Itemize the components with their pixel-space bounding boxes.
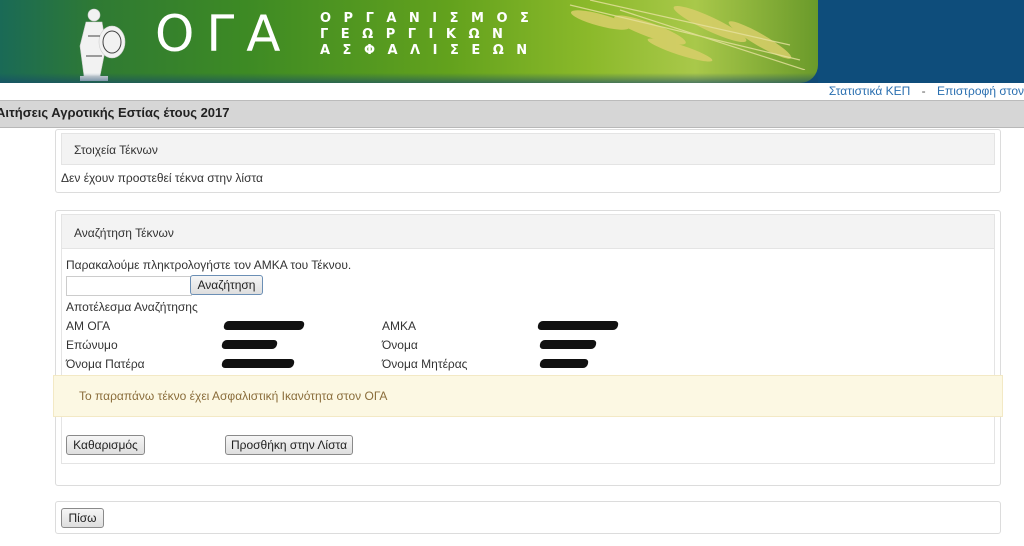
am-oga-value-redacted — [223, 321, 305, 330]
amka-value-redacted — [537, 321, 619, 330]
name-value-redacted — [539, 340, 597, 349]
org-name-line-3: ΑΣΦΑΛΙΣΕΩΝ — [320, 43, 540, 58]
surname-label: Επώνυμο — [66, 338, 118, 352]
stats-link[interactable]: Στατιστικά ΚΕΠ — [829, 84, 910, 98]
insurance-alert: Το παραπάνω τέκνο έχει Ασφαλιστική Ικανό… — [53, 375, 1003, 417]
mother-name-value-redacted — [539, 359, 589, 368]
search-button[interactable]: Αναζήτηση — [190, 275, 263, 295]
link-separator: - — [921, 84, 926, 98]
search-panel-heading: Αναζήτηση Τέκνων — [61, 214, 995, 249]
children-empty-message: Δεν έχουν προστεθεί τέκνα στην λίστα — [61, 171, 263, 185]
alert-message: Το παραπάνω τέκνο έχει Ασφαλιστική Ικανό… — [79, 389, 388, 403]
org-name-line-1: ΟΡΓΑΝΙΣΜΟΣ — [320, 11, 542, 26]
header-banner: ΟΓΑ ΟΡΓΑΝΙΣΜΟΣ ΓΕΩΡΓΙΚΩΝ ΑΣΦΑΛΙΣΕΩΝ — [0, 0, 1024, 83]
surname-value-redacted — [221, 340, 278, 349]
wheat-image — [569, 0, 806, 70]
back-button[interactable]: Πίσω — [61, 508, 104, 528]
father-name-value-redacted — [221, 359, 295, 368]
oga-logo-text: ΟΓΑ — [155, 5, 293, 63]
banner-background: ΟΓΑ ΟΡΓΑΝΙΣΜΟΣ ΓΕΩΡΓΙΚΩΝ ΑΣΦΑΛΙΣΕΩΝ — [0, 0, 818, 83]
children-panel-heading: Στοιχεία Τέκνων — [61, 133, 995, 165]
add-to-list-button[interactable]: Προσθήκη στην Λίστα — [225, 435, 353, 455]
clear-button[interactable]: Καθαρισμός — [66, 435, 145, 455]
children-heading-text: Στοιχεία Τέκνων — [74, 143, 158, 157]
search-heading-text: Αναζήτηση Τέκνων — [74, 226, 174, 240]
am-oga-label: ΑΜ ΟΓΑ — [66, 319, 111, 333]
search-instruction: Παρακαλούμε πληκτρολογήστε τον ΑΜΚΑ του … — [66, 258, 352, 272]
top-links: Στατιστικά ΚΕΠ - Επιστροφή στον — [829, 84, 1024, 99]
amka-label: ΑΜΚΑ — [382, 319, 417, 333]
search-panel: Αναζήτηση Τέκνων — [55, 210, 1001, 486]
return-link[interactable]: Επιστροφή στον — [937, 84, 1024, 98]
children-panel: Στοιχεία Τέκνων Δεν έχουν προστεθεί τέκν… — [55, 129, 1001, 193]
org-name-line-2: ΓΕΩΡΓΙΚΩΝ — [320, 27, 516, 42]
mother-name-label: Όνομα Μητέρας — [382, 357, 468, 371]
organization-name: ΟΡΓΑΝΙΣΜΟΣ ΓΕΩΡΓΙΚΩΝ ΑΣΦΑΛΙΣΕΩΝ — [320, 11, 541, 59]
back-panel — [55, 501, 1001, 534]
page-title: Αιτήσεις Αγροτικής Εστίας έτους 2017 — [0, 105, 230, 120]
statue-logo-icon — [79, 8, 126, 81]
father-name-label: Όνομα Πατέρα — [66, 357, 145, 371]
name-label: Όνομα — [382, 338, 418, 352]
results-title: Αποτέλεσμα Αναζήτησης — [66, 300, 198, 314]
amka-input[interactable] — [66, 276, 192, 296]
page-title-bar: Αιτήσεις Αγροτικής Εστίας έτους 2017 — [0, 100, 1024, 128]
